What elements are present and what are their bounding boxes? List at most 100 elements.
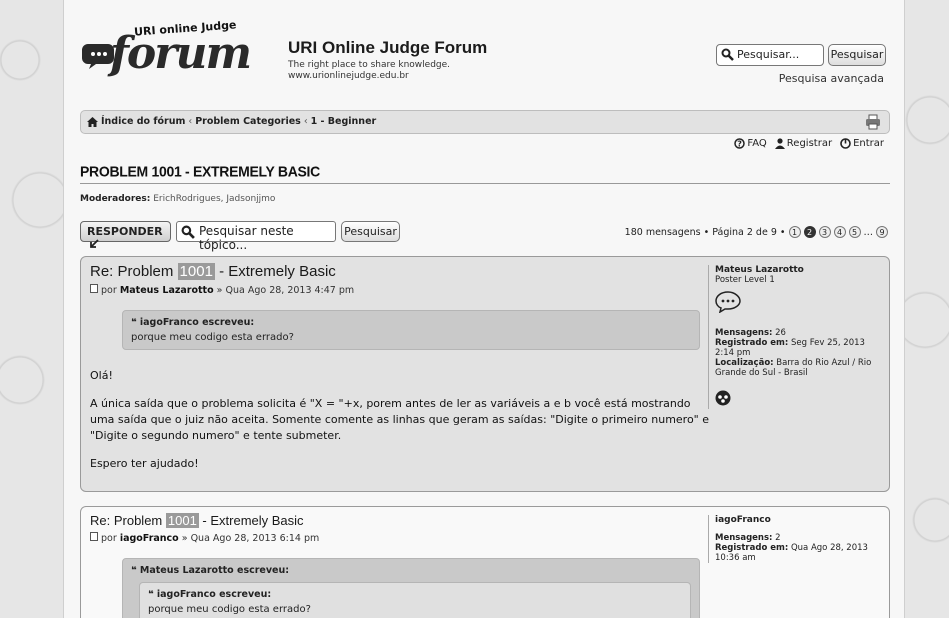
profile-registered: Registrado em: Qua Ago 28, 2013 10:36 am <box>715 543 886 563</box>
post: Re: Problem 1001 - Extremely Basic por i… <box>80 506 890 618</box>
pagination-summary: 180 mensagens • Página 2 de 9 • <box>624 226 786 238</box>
quote-block: ❝ Mateus Lazarotto escreveu: ❝ iagoFranc… <box>122 558 700 618</box>
site-title[interactable]: URI Online Judge Forum <box>288 38 487 58</box>
site-description: The right place to share knowledge. www.… <box>288 60 450 82</box>
user-links: ? FAQ Registrar Entrar <box>734 138 884 149</box>
search-placeholder: Pesquisar... <box>737 48 800 61</box>
power-icon <box>840 138 851 149</box>
topic-search-button[interactable]: Pesquisar <box>341 221 400 242</box>
profile-name[interactable]: Mateus Lazarotto <box>715 265 886 275</box>
register-link[interactable]: Registrar <box>774 138 833 149</box>
post-body: Re: Problem 1001 - Extremely Basic por i… <box>90 513 710 618</box>
post-author[interactable]: Mateus Lazarotto <box>120 285 214 296</box>
faq-label: FAQ <box>747 138 767 149</box>
post-paragraph: Olá! <box>90 369 113 382</box>
quote-text: porque meu codigo esta errado? <box>131 332 294 343</box>
topic-search-placeholder: Pesquisar neste tópico... <box>199 224 294 252</box>
post-author[interactable]: iagoFranco <box>120 533 179 544</box>
post-icon <box>90 532 98 541</box>
divider <box>80 183 890 184</box>
faq-link[interactable]: ? FAQ <box>734 138 767 149</box>
login-label: Entrar <box>853 138 884 149</box>
breadcrumb-item-beginner[interactable]: 1 - Beginner <box>311 116 377 127</box>
register-label: Registrar <box>786 138 833 149</box>
nested-quote-text: porque meu codigo esta errado? <box>148 604 311 615</box>
nested-quote-author: ❝ iagoFranco escreveu: <box>148 589 272 600</box>
search-button[interactable]: Pesquisar <box>828 44 886 66</box>
post-title-prefix: Re: Problem <box>90 513 166 528</box>
breadcrumb-item-categories[interactable]: Problem Categories <box>195 116 301 127</box>
print-icon[interactable] <box>865 114 881 130</box>
post-content: Olá! A única saída que o problema solici… <box>90 368 710 472</box>
post-title-suffix: - Extremely Basic <box>198 513 304 528</box>
profile-posts: Mensagens: 26 <box>715 328 886 338</box>
advanced-search-link[interactable]: Pesquisa avançada <box>779 72 884 85</box>
site-tagline: The right place to share knowledge. <box>288 60 451 70</box>
page-link[interactable]: 3 <box>818 226 831 238</box>
search-icon <box>721 48 734 61</box>
moderators: Moderadores: ErichRodrigues, Jadsonjjmo <box>80 194 275 204</box>
pagination-ellipsis: … <box>863 226 874 238</box>
nested-quote-block: ❝ iagoFranco escreveu: porque meu codigo… <box>139 582 691 618</box>
page-link[interactable]: 4 <box>833 226 846 238</box>
quote-author-text: iagoFranco escreveu: <box>139 317 255 328</box>
post-profile: iagoFranco Mensagens: 2 Registrado em: Q… <box>708 515 886 563</box>
post-date: » Qua Ago 28, 2013 6:14 pm <box>181 533 320 544</box>
posts-count[interactable]: 2 <box>775 533 780 543</box>
moderators-list[interactable]: ErichRodrigues, Jadsonjjmo <box>153 194 275 204</box>
post-title[interactable]: Re: Problem 1001 - Extremely Basic <box>90 263 710 280</box>
post-date: » Qua Ago 28, 2013 4:47 pm <box>216 285 355 296</box>
pagination: 180 mensagens • Página 2 de 9 • 1 2 3 4 … <box>625 226 888 238</box>
quote-author-text: Mateus Lazarotto escreveu: <box>139 565 290 576</box>
post-meta: por Mateus Lazarotto » Qua Ago 28, 2013 … <box>90 284 710 296</box>
page-link[interactable]: 1 <box>788 226 801 238</box>
post-profile: Mateus Lazarotto Poster Level 1 Mensagen… <box>708 265 886 409</box>
quote-author: ❝ iagoFranco escreveu: <box>131 317 255 328</box>
topic-title[interactable]: PROBLEM 1001 - EXTREMELY BASIC <box>80 163 320 180</box>
topic-search-input[interactable]: Pesquisar neste tópico... <box>176 221 336 252</box>
quote-author: ❝ Mateus Lazarotto escreveu: <box>131 565 290 576</box>
post-by-label: por <box>101 285 117 296</box>
breadcrumb-separator: ‹ <box>188 116 193 127</box>
posts-label: Mensagens: <box>715 533 773 543</box>
moderators-label: Moderadores: <box>80 194 151 204</box>
posts-count[interactable]: 26 <box>775 328 786 338</box>
profile-name[interactable]: iagoFranco <box>715 515 886 525</box>
logo-text: forum <box>110 28 252 79</box>
reply-arrow-icon <box>90 239 99 248</box>
breadcrumb: Índice do fórum ‹ Problem Categories ‹ 1… <box>87 116 376 127</box>
header: URI online Judge forum URI Online Judge … <box>64 0 904 105</box>
login-link[interactable]: Entrar <box>840 138 884 149</box>
breadcrumb-item-index[interactable]: Índice do fórum <box>101 116 185 127</box>
post-paragraph: A única saída que o problema solicita é … <box>90 397 710 442</box>
forum-logo[interactable]: URI online Judge forum <box>82 18 272 82</box>
page-link[interactable]: 5 <box>848 226 861 238</box>
site-url: www.urionlinejudge.edu.br <box>288 71 409 81</box>
profile-registered: Registrado em: Seg Fev 25, 2013 2:14 pm <box>715 338 886 358</box>
profile-rank: Poster Level 1 <box>715 275 775 285</box>
post-title-prefix: Re: Problem <box>90 263 178 280</box>
registered-label: Registrado em: <box>715 543 789 553</box>
reply-button[interactable]: RESPONDER <box>80 221 171 248</box>
page-current: 2 <box>803 226 816 238</box>
post-meta: por iagoFranco » Qua Ago 28, 2013 6:14 p… <box>90 532 710 544</box>
post-by-label: por <box>101 533 117 544</box>
contact-icon[interactable] <box>715 390 731 406</box>
location-label: Localização: <box>715 358 774 368</box>
profile-posts: Mensagens: 2 <box>715 533 886 543</box>
search-highlight: 1001 <box>177 263 215 280</box>
post: Re: Problem 1001 - Extremely Basic por M… <box>80 256 890 492</box>
home-icon <box>87 116 98 127</box>
search-input[interactable]: Pesquisar... <box>716 44 824 66</box>
posts-label: Mensagens: <box>715 328 773 338</box>
profile-stats: Mensagens: 26 Registrado em: Seg Fev 25,… <box>715 328 886 378</box>
post-title[interactable]: Re: Problem 1001 - Extremely Basic <box>90 513 710 528</box>
registered-label: Registrado em: <box>715 338 789 348</box>
post-body: Re: Problem 1001 - Extremely Basic por M… <box>90 263 710 484</box>
quote-block: ❝ iagoFranco escreveu: porque meu codigo… <box>122 310 700 350</box>
chat-bubble-icon <box>715 291 741 314</box>
user-icon <box>774 138 785 149</box>
post-icon <box>90 284 98 293</box>
page-link-last[interactable]: 9 <box>876 226 888 238</box>
reply-label: RESPONDER <box>87 225 163 238</box>
